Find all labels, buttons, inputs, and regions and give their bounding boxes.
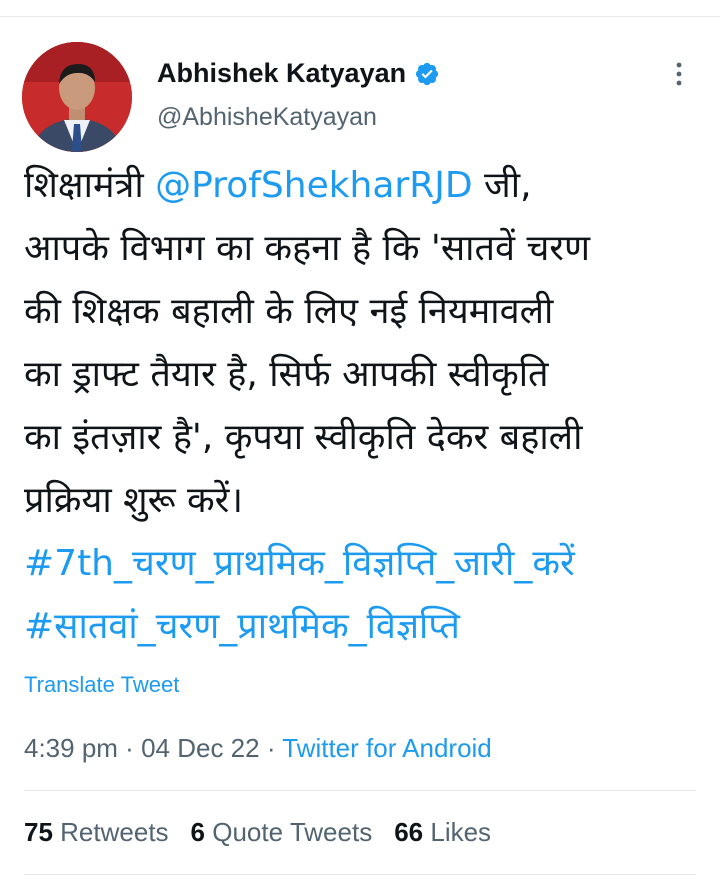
stats-top-divider <box>24 790 696 791</box>
quote-tweets-label: Quote Tweets <box>212 817 373 847</box>
tweet-text-segment: शिक्षामंत्री <box>24 165 156 206</box>
quote-tweets-stat[interactable]: 6 Quote Tweets <box>191 817 373 848</box>
meta-separator: · <box>259 733 283 763</box>
more-options-icon[interactable] <box>673 60 685 88</box>
stats-bottom-divider <box>24 874 696 875</box>
avatar-photo <box>22 42 132 152</box>
likes-count: 66 <box>394 817 424 847</box>
avatar[interactable] <box>22 42 132 152</box>
author-name[interactable]: Abhishek Katyayan <box>157 58 440 89</box>
tweet-source-link[interactable]: Twitter for Android <box>282 733 492 763</box>
mention-link[interactable]: @ProfShekharRJD <box>155 165 472 206</box>
translate-tweet-link[interactable]: Translate Tweet <box>24 672 179 698</box>
tweet-line: का इंतज़ार है', कृपया स्वीकृति देकर बहाल… <box>24 417 583 458</box>
tweet-date[interactable]: 04 Dec 22 <box>141 733 260 763</box>
tweet-line: आपके विभाग का कहना है कि 'सातवें चरण <box>24 228 591 269</box>
quote-tweets-count: 6 <box>190 817 206 847</box>
author-handle[interactable]: @AbhisheKatyayan <box>157 103 377 132</box>
tweet-line: प्रक्रिया शुरू करें। <box>24 480 244 521</box>
tweet-text: शिक्षामंत्री @ProfShekharRJD जी, आपके वि… <box>24 154 704 658</box>
tweet-text-segment: जी, <box>472 165 532 206</box>
likes-stat[interactable]: 66 Likes <box>394 817 491 848</box>
likes-label: Likes <box>430 817 492 847</box>
tweet-line: शिक्षामंत्री @ProfShekharRJD जी, <box>24 154 704 217</box>
author-name-text: Abhishek Katyayan <box>157 58 407 88</box>
tweet-line: की शिक्षक बहाली के लिए नई नियमावली <box>24 291 554 332</box>
retweets-label: Retweets <box>60 817 169 847</box>
tweet-meta: 4:39 pm · 04 Dec 22 · Twitter for Androi… <box>24 733 492 764</box>
hashtag-link[interactable]: #सातवां_चरण_प्राथमिक_विज्ञप्ति <box>24 595 704 658</box>
tweet-stats: 75 Retweets 6 Quote Tweets 66 Likes <box>24 817 491 848</box>
meta-separator: · <box>117 733 142 763</box>
retweets-count: 75 <box>24 817 53 847</box>
tweet-line: का ड्राफ्ट तैयार है, सिर्फ आपकी स्वीकृति <box>24 354 549 395</box>
top-divider <box>0 16 720 17</box>
verified-badge-icon <box>415 62 439 85</box>
tweet-time[interactable]: 4:39 pm <box>24 733 118 763</box>
hashtag-link[interactable]: #7th_चरण_प्राथमिक_विज्ञप्ति_जारी_करें <box>24 532 704 595</box>
retweets-stat[interactable]: 75 Retweets <box>24 817 169 848</box>
